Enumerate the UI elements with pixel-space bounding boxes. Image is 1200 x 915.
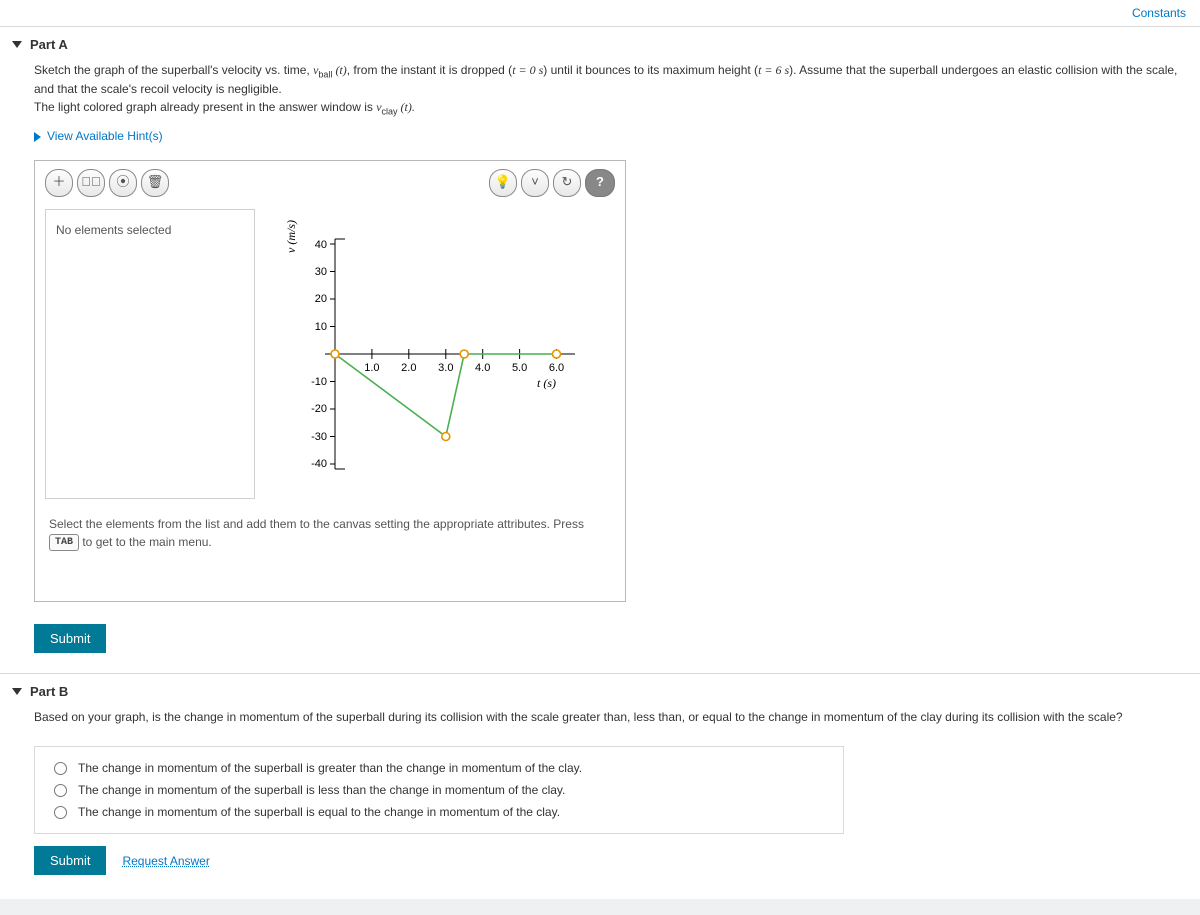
instr-text: Sketch the graph of the superball's velo…: [34, 63, 313, 77]
velocity-time-chart: 40 30 20 10 -10 -20 -30 -40: [275, 209, 615, 499]
svg-text:4.0: 4.0: [475, 362, 490, 374]
request-answer-link[interactable]: Request Answer: [122, 854, 209, 868]
constants-link[interactable]: Constants: [1132, 6, 1186, 20]
view-hints-link[interactable]: View Available Hint(s): [34, 128, 1180, 145]
svg-text:-20: -20: [311, 403, 327, 415]
hint-icon-button[interactable]: 💡: [489, 169, 517, 197]
xaxis-label: t (s): [537, 376, 556, 390]
part-a-title: Part A: [30, 37, 68, 52]
mc-option-label: The change in momentum of the superball …: [78, 783, 565, 797]
part-b-question: Based on your graph, is the change in mo…: [12, 699, 1180, 736]
radio-opt1[interactable]: [54, 762, 67, 775]
help-button[interactable]: ?: [585, 169, 615, 197]
sym-vclay: vclay (t).: [376, 100, 415, 114]
part-a-header[interactable]: Part A: [12, 37, 1180, 52]
chevron-down-icon: [12, 41, 22, 48]
part-a-body: Sketch the graph of the superball's velo…: [12, 52, 1180, 612]
graph-toolbar: ＋ ✎⃠ ⦿ 🗑 💡 ˅ ↻ ?: [35, 161, 625, 197]
svg-text:5.0: 5.0: [512, 362, 527, 374]
mc-option-label: The change in momentum of the superball …: [78, 761, 582, 775]
no-tool-button[interactable]: ✎⃠: [77, 169, 105, 197]
svg-text:2.0: 2.0: [401, 362, 416, 374]
sym-t0: t = 0 s: [512, 63, 543, 77]
mc-option-3[interactable]: The change in momentum of the superball …: [49, 801, 829, 823]
dropdown-button[interactable]: ˅: [521, 169, 549, 197]
part-b-header[interactable]: Part B: [12, 684, 1180, 699]
svg-text:-10: -10: [311, 376, 327, 388]
submit-button-b[interactable]: Submit: [34, 846, 106, 875]
radio-opt2[interactable]: [54, 784, 67, 797]
no-elements-text: No elements selected: [56, 223, 171, 237]
svg-text:20: 20: [315, 293, 327, 305]
instr-text: , from the instant it is dropped (: [347, 63, 512, 77]
svg-text:-40: -40: [311, 458, 327, 470]
svg-text:-30: -30: [311, 431, 327, 443]
svg-text:30: 30: [315, 266, 327, 278]
chevron-right-icon: [34, 132, 41, 142]
sym-t6: t = 6 s: [758, 63, 789, 77]
instr-text: The light colored graph already present …: [34, 100, 376, 114]
svg-text:1.0: 1.0: [364, 362, 379, 374]
graph-widget: ＋ ✎⃠ ⦿ 🗑 💡 ˅ ↻ ? No elements selected: [34, 160, 626, 602]
submit-button-a[interactable]: Submit: [34, 624, 106, 653]
mc-option-label: The change in momentum of the superball …: [78, 805, 560, 819]
mc-option-2[interactable]: The change in momentum of the superball …: [49, 779, 829, 801]
svg-text:40: 40: [315, 239, 327, 251]
redo-button[interactable]: ↻: [553, 169, 581, 197]
svg-text:6.0: 6.0: [549, 362, 564, 374]
canvas-instruction: Select the elements from the list and ad…: [35, 505, 625, 565]
delete-tool-button[interactable]: 🗑: [141, 169, 169, 197]
mark-tool-button[interactable]: ⦿: [109, 169, 137, 197]
sym-vball: vball (t): [313, 63, 347, 77]
part-b-title: Part B: [30, 684, 68, 699]
svg-text:10: 10: [315, 321, 327, 333]
mc-option-1[interactable]: The change in momentum of the superball …: [49, 757, 829, 779]
footer-bar: [0, 899, 1200, 915]
radio-opt3[interactable]: [54, 806, 67, 819]
yaxis-label: v (m/s): [284, 220, 298, 253]
elements-panel: No elements selected: [45, 209, 255, 499]
chevron-down-icon: [12, 688, 22, 695]
plot-canvas[interactable]: 40 30 20 10 -10 -20 -30 -40: [275, 209, 615, 499]
add-tool-button[interactable]: ＋: [45, 169, 73, 197]
mc-options: The change in momentum of the superball …: [34, 746, 844, 834]
instr-text: ) until it bounces to its maximum height…: [543, 63, 758, 77]
tab-key-icon: TAB: [49, 534, 79, 551]
svg-text:3.0: 3.0: [438, 362, 453, 374]
